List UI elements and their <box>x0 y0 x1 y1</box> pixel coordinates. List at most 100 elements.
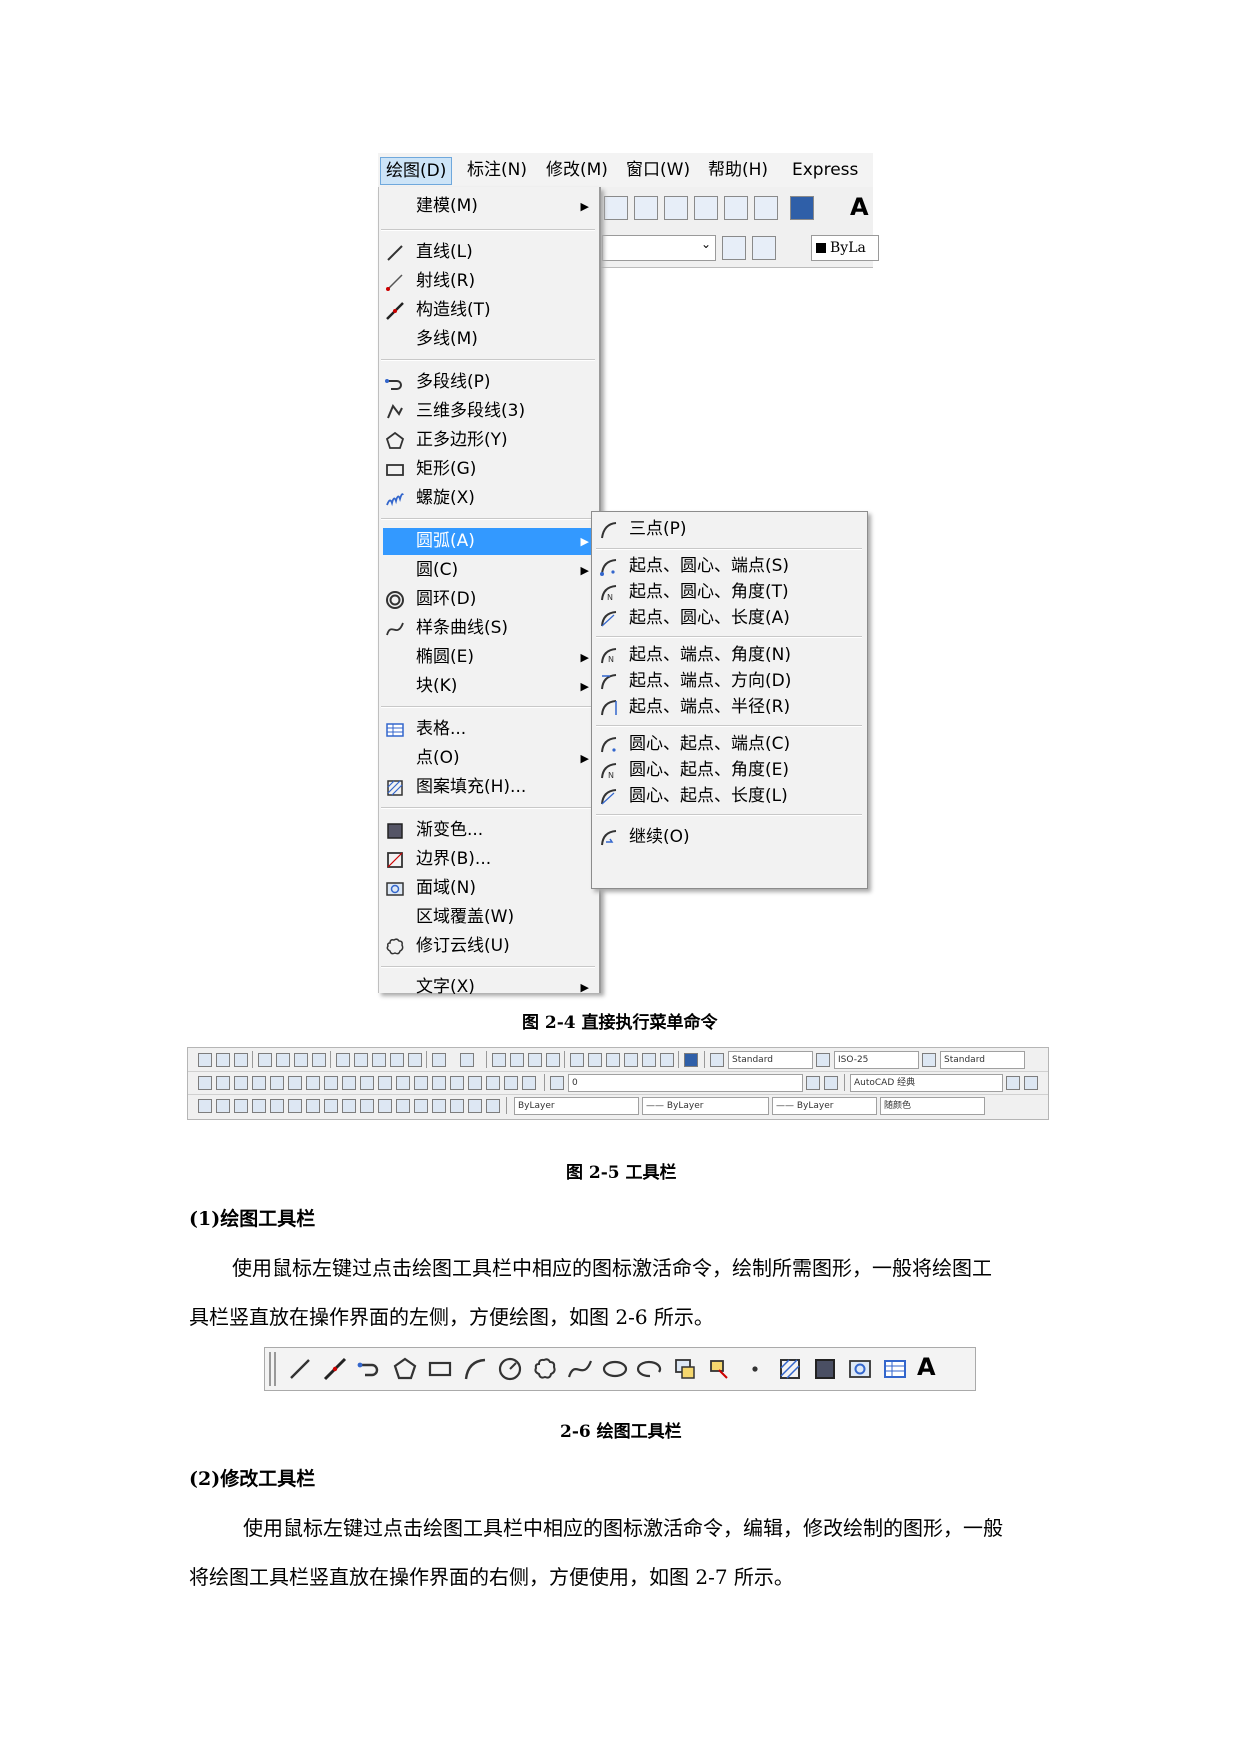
menu-item-ellipse[interactable]: 椭圆(E) ▶ <box>379 644 599 671</box>
toolbar-icon[interactable] <box>694 196 718 220</box>
join-icon[interactable] <box>432 1099 446 1113</box>
polygon-icon[interactable] <box>392 1356 418 1382</box>
layer-combo[interactable]: ⌄ <box>602 235 716 261</box>
explode-icon[interactable] <box>486 1099 500 1113</box>
mtext-icon[interactable] <box>522 1076 536 1090</box>
move-icon[interactable] <box>288 1099 302 1113</box>
paste-icon[interactable] <box>372 1053 386 1067</box>
menu-item-arc[interactable]: 圆弧(A) ▶ <box>383 528 595 555</box>
menu-item-polygon[interactable]: 正多边形(Y) <box>379 427 599 454</box>
ellipse-icon[interactable] <box>360 1076 374 1090</box>
point-icon[interactable] <box>742 1356 768 1382</box>
arc-icon[interactable] <box>288 1076 302 1090</box>
block-editor-icon[interactable] <box>408 1053 422 1067</box>
gradient-icon[interactable] <box>812 1356 838 1382</box>
cut-icon[interactable] <box>336 1053 350 1067</box>
menu-express[interactable]: Express <box>787 157 863 183</box>
submenu-item-arc-ser[interactable]: 起点、端点、半径(R) <box>592 694 867 721</box>
hatch-icon[interactable] <box>450 1076 464 1090</box>
polyline-icon[interactable] <box>234 1076 248 1090</box>
workspace-icon[interactable] <box>1024 1076 1038 1090</box>
menu-item-3dpolyline[interactable]: 三维多段线(3) <box>379 398 599 425</box>
make-block-icon[interactable] <box>707 1356 733 1382</box>
spline-icon[interactable] <box>567 1356 593 1382</box>
zoom-realtime-icon[interactable] <box>510 1053 524 1067</box>
offset-icon[interactable] <box>252 1099 266 1113</box>
lineweight-combo[interactable]: —— ByLayer <box>772 1097 877 1115</box>
menu-item-block[interactable]: 块(K) ▶ <box>379 673 599 700</box>
revcloud-icon[interactable] <box>324 1076 338 1090</box>
toolbar-icon[interactable] <box>604 196 628 220</box>
menu-item-region[interactable]: 面域(N) <box>379 875 599 902</box>
submenu-item-arc-sca[interactable]: N 起点、圆心、角度(T) <box>592 579 867 606</box>
workspace-combo[interactable]: AutoCAD 经典 <box>850 1074 1003 1092</box>
mtext-icon[interactable]: A <box>917 1353 936 1381</box>
polygon-icon[interactable] <box>252 1076 266 1090</box>
new-icon[interactable] <box>198 1053 212 1067</box>
circle-icon[interactable] <box>497 1356 523 1382</box>
toolbar-grip[interactable] <box>274 1352 276 1386</box>
menu-item-point[interactable]: 点(O) ▶ <box>379 745 599 772</box>
layer-icon[interactable] <box>722 236 746 260</box>
menu-item-gradient[interactable]: 渐变色... <box>379 817 599 844</box>
menu-item-spline[interactable]: 样条曲线(S) <box>379 615 599 642</box>
open-icon[interactable] <box>216 1053 230 1067</box>
menu-item-polyline[interactable]: 多段线(P) <box>379 369 599 396</box>
table-style-combo[interactable]: Standard <box>940 1051 1025 1069</box>
layer-state-icon[interactable] <box>752 236 776 260</box>
toolbar-icon[interactable] <box>634 196 658 220</box>
arc-icon[interactable] <box>462 1356 488 1382</box>
submenu-item-arc-cse[interactable]: 圆心、起点、端点(C) <box>592 731 867 758</box>
circle-icon[interactable] <box>306 1076 320 1090</box>
submenu-item-arc-sed[interactable]: 起点、端点、方向(D) <box>592 668 867 695</box>
sheet-set-icon[interactable] <box>624 1053 638 1067</box>
zoom-previous-icon[interactable] <box>546 1053 560 1067</box>
menu-item-wipeout[interactable]: 区域覆盖(W) <box>379 904 599 931</box>
polyline-icon[interactable] <box>357 1356 383 1382</box>
point-icon[interactable] <box>432 1076 446 1090</box>
menu-dimension[interactable]: 标注(N) <box>462 157 532 183</box>
calculator-icon[interactable] <box>754 196 778 220</box>
properties-icon[interactable] <box>570 1053 584 1067</box>
menu-window[interactable]: 窗口(W) <box>621 157 695 183</box>
mirror-icon[interactable] <box>234 1099 248 1113</box>
array-icon[interactable] <box>270 1099 284 1113</box>
text-style-icon[interactable]: A <box>850 193 869 221</box>
fillet-icon[interactable] <box>468 1099 482 1113</box>
pan-icon[interactable] <box>492 1053 506 1067</box>
table-style-icon[interactable] <box>922 1053 936 1067</box>
toolbar-icon[interactable] <box>664 196 688 220</box>
submenu-item-arc-sce[interactable]: 起点、圆心、端点(S) <box>592 553 867 580</box>
layer-combo[interactable]: 0 <box>568 1074 803 1092</box>
xline-icon[interactable] <box>322 1356 348 1382</box>
copy-object-icon[interactable] <box>216 1099 230 1113</box>
undo-icon[interactable] <box>432 1053 446 1067</box>
break-at-point-icon[interactable] <box>396 1099 410 1113</box>
chamfer-icon[interactable] <box>450 1099 464 1113</box>
menu-item-donut[interactable]: 圆环(D) <box>379 586 599 613</box>
tool-palettes-icon[interactable] <box>606 1053 620 1067</box>
menu-item-modeling[interactable]: 建模(M) ▶ <box>379 193 599 220</box>
menu-item-ray[interactable]: 射线(R) <box>379 268 599 295</box>
save-icon[interactable] <box>234 1053 248 1067</box>
spline-icon[interactable] <box>342 1076 356 1090</box>
dim-style-combo[interactable]: ISO-25 <box>834 1051 919 1069</box>
insert-block-icon[interactable] <box>396 1076 410 1090</box>
break-icon[interactable] <box>414 1099 428 1113</box>
submenu-item-arc-continue[interactable]: 继续(O) <box>592 824 867 851</box>
menu-item-circle[interactable]: 圆(C) ▶ <box>379 557 599 584</box>
menu-item-multiline[interactable]: 多线(M) <box>379 326 599 353</box>
gradient-icon[interactable] <box>468 1076 482 1090</box>
text-style-icon[interactable] <box>710 1053 724 1067</box>
design-center-icon[interactable] <box>588 1053 602 1067</box>
make-block-icon[interactable] <box>414 1076 428 1090</box>
copy-icon[interactable] <box>354 1053 368 1067</box>
table-icon[interactable] <box>504 1076 518 1090</box>
color-combo[interactable]: ByLayer <box>514 1097 639 1115</box>
stretch-icon[interactable] <box>342 1099 356 1113</box>
line-icon[interactable] <box>198 1076 212 1090</box>
region-icon[interactable] <box>486 1076 500 1090</box>
preview-icon[interactable] <box>276 1053 290 1067</box>
submenu-item-arc-sea[interactable]: N 起点、端点、角度(N) <box>592 642 867 669</box>
publish-icon[interactable] <box>294 1053 308 1067</box>
